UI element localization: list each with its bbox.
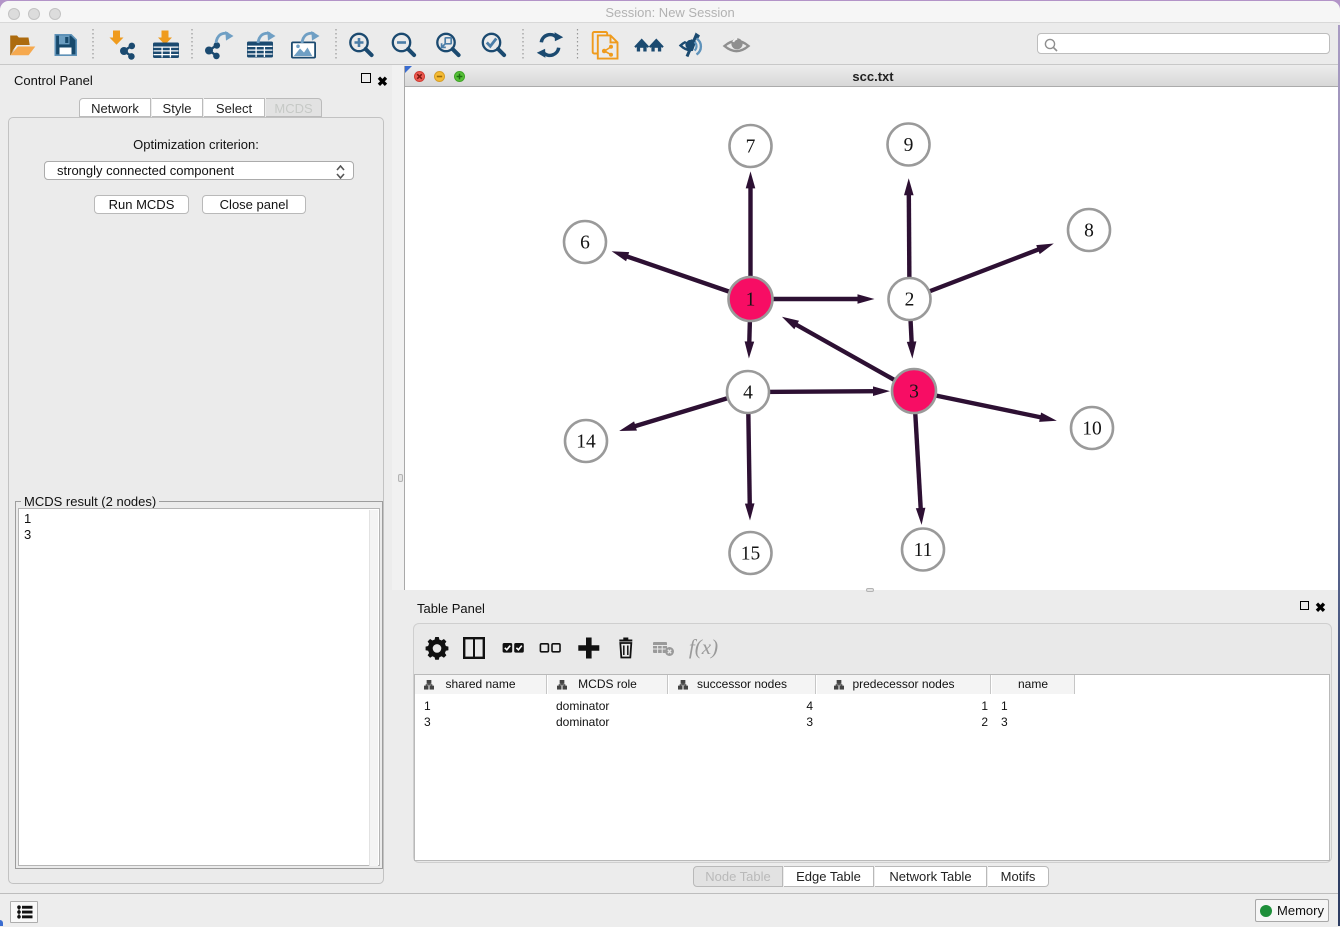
svg-text:2: 2 <box>905 290 915 311</box>
svg-text:3: 3 <box>909 382 919 403</box>
svg-text:11: 11 <box>914 540 933 561</box>
svg-text:6: 6 <box>580 233 590 254</box>
svg-text:15: 15 <box>741 544 761 565</box>
svg-text:14: 14 <box>576 432 596 453</box>
svg-text:9: 9 <box>904 135 914 156</box>
svg-text:8: 8 <box>1084 221 1094 242</box>
svg-text:4: 4 <box>743 383 753 404</box>
svg-text:f(x): f(x) <box>689 635 718 659</box>
svg-text:7: 7 <box>746 137 756 158</box>
svg-text:1: 1 <box>746 290 756 311</box>
svg-text:10: 10 <box>1082 419 1102 440</box>
